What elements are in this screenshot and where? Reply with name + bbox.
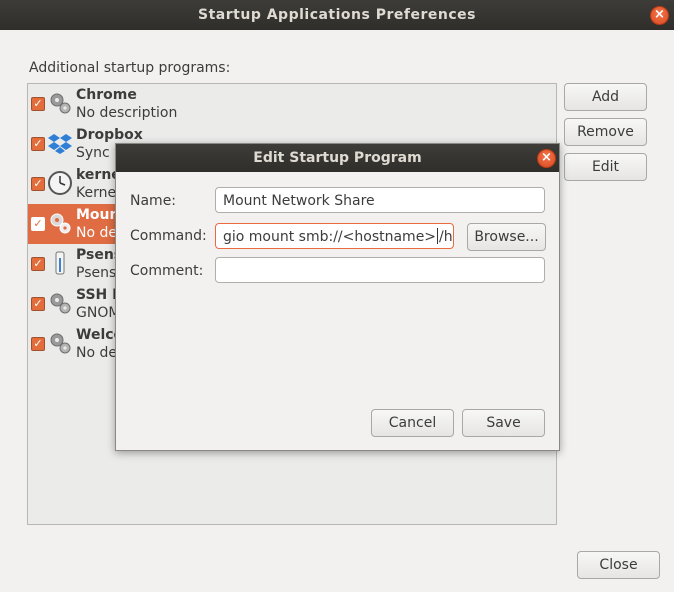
- program-name: Chrome: [76, 87, 137, 103]
- program-description: Psens: [76, 265, 117, 281]
- remove-button[interactable]: Remove: [564, 118, 647, 146]
- program-description: No de: [76, 345, 117, 361]
- dropbox-icon: [48, 134, 72, 154]
- dialog-close-icon[interactable]: ×: [537, 149, 556, 168]
- gears-icon: [50, 333, 71, 354]
- browse-button[interactable]: Browse...: [467, 223, 546, 251]
- thermometer-icon: [55, 251, 65, 275]
- program-description: No description: [76, 105, 178, 121]
- add-button[interactable]: Add: [564, 83, 647, 111]
- edit-startup-program-dialog: Edit Startup Program × Name: Mount Netwo…: [115, 143, 560, 451]
- gears-icon: [50, 293, 71, 314]
- gears-icon: [50, 93, 71, 114]
- clock-icon: [48, 171, 72, 195]
- gears-icon: [50, 213, 71, 234]
- close-button[interactable]: Close: [577, 551, 660, 579]
- comment-label: Comment:: [130, 263, 204, 279]
- enable-checkbox[interactable]: ✓: [31, 337, 45, 351]
- program-description: Kerne: [76, 185, 117, 201]
- program-name: Dropbox: [76, 127, 143, 143]
- window-titlebar: Startup Applications Preferences: [0, 0, 674, 30]
- window-title: Startup Applications Preferences: [198, 7, 476, 23]
- command-label: Command:: [130, 228, 207, 244]
- enable-checkbox[interactable]: ✓: [31, 137, 45, 151]
- save-button[interactable]: Save: [462, 409, 545, 437]
- command-field[interactable]: gio mount smb://<hostname>/hor: [215, 223, 454, 249]
- cancel-button[interactable]: Cancel: [371, 409, 454, 437]
- text-caret: [437, 228, 439, 244]
- window-close-icon[interactable]: ×: [650, 6, 669, 25]
- enable-checkbox[interactable]: ✓: [31, 177, 45, 191]
- list-item[interactable]: ✓ Chrome No description: [28, 84, 556, 124]
- enable-checkbox[interactable]: ✓: [31, 97, 45, 111]
- edit-button[interactable]: Edit: [564, 153, 647, 181]
- enable-checkbox[interactable]: ✓: [31, 217, 45, 231]
- program-description: No de: [76, 225, 117, 241]
- command-text-overflow: /hor: [439, 229, 453, 245]
- command-text: gio mount smb://<hostname>: [223, 229, 437, 245]
- comment-field[interactable]: [215, 257, 545, 283]
- program-description: GNOM: [76, 305, 121, 321]
- program-name: Moun: [76, 207, 120, 223]
- name-label: Name:: [130, 193, 177, 209]
- section-label: Additional startup programs:: [29, 60, 231, 76]
- enable-checkbox[interactable]: ✓: [31, 257, 45, 271]
- enable-checkbox[interactable]: ✓: [31, 297, 45, 311]
- dialog-title: Edit Startup Program: [116, 144, 559, 172]
- name-field[interactable]: Mount Network Share: [215, 187, 545, 213]
